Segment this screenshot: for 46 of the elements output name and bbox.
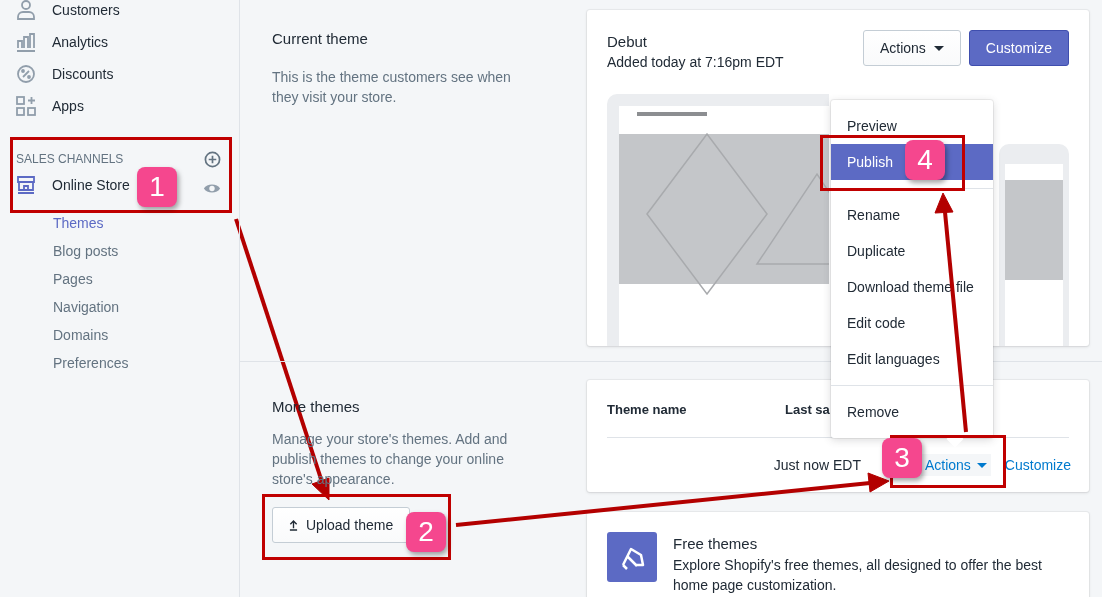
table-cell: Just now EDT [773,457,861,473]
actions-button[interactable]: Actions [862,30,961,66]
step-badge: 2 [406,512,446,552]
menu-item[interactable]: Duplicate [831,233,993,269]
sub-nav-item[interactable]: Blog posts [16,237,239,265]
step-badge: 3 [882,438,922,478]
theme-name: Debut [607,33,649,50]
sub-nav-item[interactable]: Themes [16,209,239,237]
menu-item[interactable]: Rename [831,197,993,233]
add-icon[interactable] [204,150,221,168]
sub-nav-item[interactable]: Preferences [16,349,239,377]
caret-icon [976,462,987,468]
nav-item[interactable]: Analytics [16,26,239,58]
section-title: Current theme [272,30,369,47]
step-badge: 4 [905,140,945,180]
channel-item[interactable]: Online Store [16,169,130,201]
column-header: Theme name [607,402,688,417]
section-heading: SALES CHANNELS [16,152,124,166]
menu-item[interactable]: Remove [831,394,993,430]
grid-plus-icon [16,96,36,116]
theme-date: Added today at 7:16pm EDT [607,54,784,70]
menu-item[interactable]: Edit languages [831,341,993,377]
card-title: Free themes [673,535,759,552]
customize-button[interactable]: Customize [968,30,1069,66]
nav-item[interactable]: Apps [16,90,239,122]
customize-link[interactable]: Customize [1000,457,1075,473]
sub-nav-item[interactable]: Domains [16,321,239,349]
caret-icon [933,45,944,51]
step-badge: 1 [137,167,177,207]
nav-item[interactable]: Discounts [16,58,239,90]
sub-nav-item[interactable]: Pages [16,265,239,293]
bar-chart-icon [16,32,36,52]
storefront-icon [16,175,36,195]
sub-nav-item[interactable]: Navigation [16,293,239,321]
upload-icon [289,519,298,531]
card-description: Explore Shopify's free themes, all designed to offer the best home page customization. [673,556,1043,595]
upload-theme-button[interactable]: Upload theme [272,507,411,543]
person-icon [16,0,36,20]
column-header: Last sa [785,402,830,417]
percent-badge-icon [16,64,36,84]
menu-item[interactable]: Edit code [831,305,993,341]
eye-icon[interactable] [203,181,221,195]
section-description: This is the theme customers see when they visit your store. [272,68,512,107]
nav-item[interactable]: Customers [16,0,239,26]
actions-link[interactable]: Actions [920,454,991,476]
brush-icon [607,532,657,582]
